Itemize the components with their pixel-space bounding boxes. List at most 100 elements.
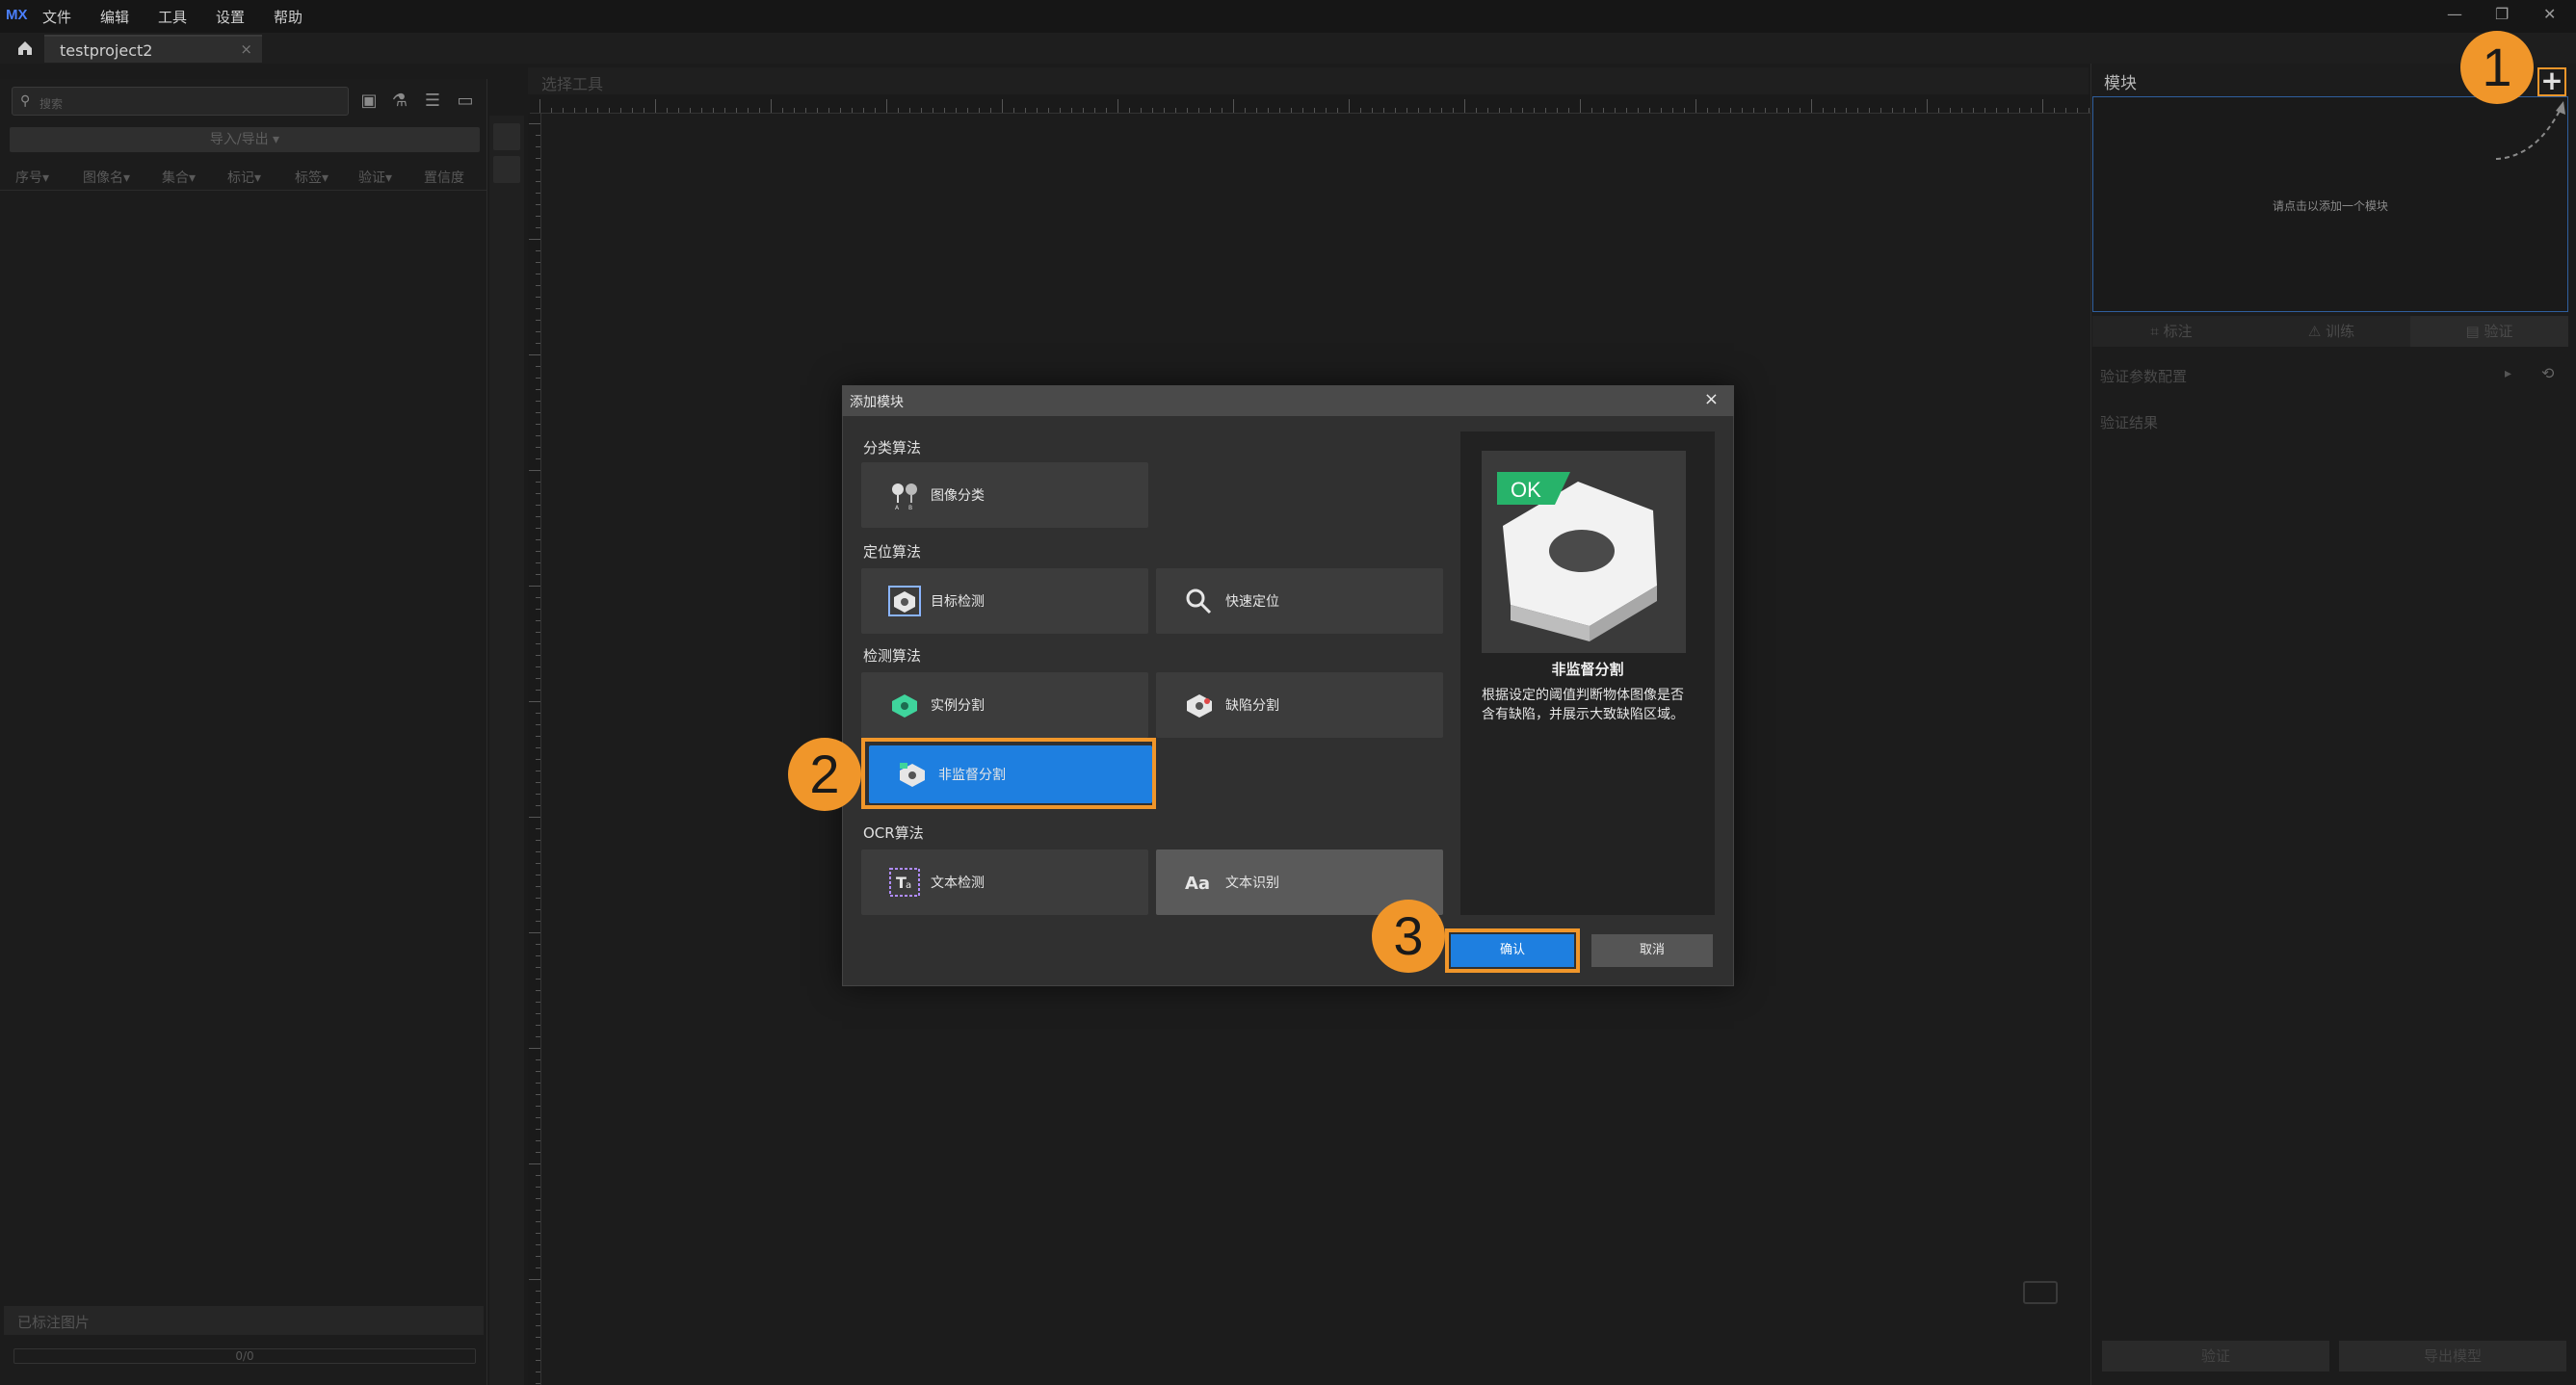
ruler-tick [1302,108,1303,113]
ruler-tick [536,297,540,298]
algo-defect-segmentation[interactable]: 缺陷分割 [1156,672,1443,738]
ruler-tick [529,470,540,471]
ruler-tick [536,216,540,217]
ruler-tick [536,828,540,829]
ruler-tick [2008,108,2009,113]
menu-tools[interactable]: 工具 [158,7,187,27]
import-export-button[interactable]: 导入/导出 ▾ [10,127,480,152]
ruler-tick [529,586,540,587]
ruler-tick [536,181,540,182]
algo-fast-positioning[interactable]: 快速定位 [1156,568,1443,634]
col-mark[interactable]: 标记▾ [227,168,261,187]
ruler-tick [536,551,540,552]
folder-icon[interactable]: ▭ [453,89,478,114]
ruler-tick [536,1360,540,1361]
ruler-tick [1406,108,1407,113]
filter-icon[interactable]: ⚗ [387,89,412,114]
ruler-tick [2054,108,2055,113]
ruler-tick [529,239,540,240]
home-icon[interactable] [15,39,35,58]
algo-instance-segmentation[interactable]: 实例分割 [861,672,1148,738]
ruler-tick [1094,108,1095,113]
tool-button[interactable] [493,123,520,150]
ruler-tick [1187,108,1188,113]
history-icon[interactable]: ⟲ [2541,364,2554,382]
ruler-tick [898,108,899,113]
ruler-tick [1198,108,1199,113]
col-label[interactable]: 标签▾ [295,168,329,187]
tab-train[interactable]: ⚠ 训练 [2252,316,2410,347]
expand-icon[interactable]: ▸ [2505,366,2511,381]
ruler-tick [759,108,760,113]
ruler-tick [536,378,540,379]
cancel-button[interactable]: 取消 [1591,934,1713,967]
verify-button[interactable]: 验证 [2102,1341,2329,1372]
ruler-tick [1152,108,1153,113]
ruler-tick [1661,108,1662,113]
ruler-tick [536,1152,540,1153]
export-model-button[interactable]: 导出模型 [2339,1341,2566,1372]
ruler-tick [771,99,772,113]
ruler-tick [1811,99,1812,113]
algo-text-detection[interactable]: Ta 文本检测 [861,849,1148,915]
col-image-name[interactable]: 图像名▾ [83,168,130,187]
ruler-tick [1545,108,1546,113]
ruler-tick [1938,108,1939,113]
col-set[interactable]: 集合▾ [162,168,196,187]
ruler-tick [536,1083,540,1084]
keyboard-icon[interactable] [2023,1281,2058,1304]
ruler-tick [536,1002,540,1003]
tab-verify[interactable]: ▤ 验证 [2410,316,2568,347]
tab-project[interactable]: testproject2 × [44,35,262,63]
ruler-tick [536,759,540,760]
ruler-tick [536,250,540,251]
menu-file[interactable]: 文件 [42,7,71,27]
menu-edit[interactable]: 编辑 [100,7,129,27]
ruler-tick [1360,108,1361,113]
tab-annotate[interactable]: ⌗ 标注 [2092,316,2250,347]
image-icon[interactable]: ▣ [356,89,381,114]
algo-object-detection[interactable]: 目标检测 [861,568,1148,634]
ruler-tick [536,458,540,459]
ruler-tick [536,493,540,494]
ruler-tick [536,886,540,887]
restore-icon[interactable]: ❐ [2495,5,2509,23]
ruler-tick [536,424,540,425]
ruler-tick [1707,108,1708,113]
dialog-close-icon[interactable]: × [1704,389,1719,409]
tab-close-icon[interactable]: × [240,40,252,58]
ruler-tick [1591,108,1592,113]
ruler-tick [536,227,540,228]
close-window-icon[interactable]: ✕ [2543,5,2556,23]
ruler-tick [805,108,806,113]
list-icon[interactable]: ☰ [420,89,445,114]
ruler-tick [1857,108,1858,113]
col-index[interactable]: 序号▾ [15,168,49,187]
menu-help[interactable]: 帮助 [274,7,302,27]
ruler-tick [536,1302,540,1303]
ruler-tick [1245,108,1246,113]
ruler-tick [536,1187,540,1188]
tab-train-label: 训练 [2326,323,2355,340]
add-module-button[interactable]: + [2537,67,2566,96]
menu-settings[interactable]: 设置 [216,7,245,27]
verify-config[interactable]: 验证参数配置 [2100,366,2187,386]
ruler-tick [536,678,540,679]
minimize-icon[interactable]: — [2447,5,2462,23]
tool-strip [489,116,524,1385]
ruler-tick [529,701,540,702]
col-confidence[interactable]: 置信度 [424,168,464,187]
col-verify[interactable]: 验证▾ [358,168,392,187]
ruler-tick [536,193,540,194]
ruler-tick [536,979,540,980]
ruler-tick [1904,108,1905,113]
ruler-tick [536,389,540,390]
search-input[interactable]: ⚲ 搜索 [12,87,349,116]
ok-badge: OK [1511,478,1541,502]
module-area[interactable]: 请点击以添加一个模块 [2092,96,2568,312]
algo-image-classification[interactable]: AB 图像分类 [861,462,1148,528]
ruler-tick [2077,108,2078,113]
ruler-tick [1973,108,1974,113]
ruler-tick [852,108,853,113]
tool-button[interactable] [493,156,520,183]
